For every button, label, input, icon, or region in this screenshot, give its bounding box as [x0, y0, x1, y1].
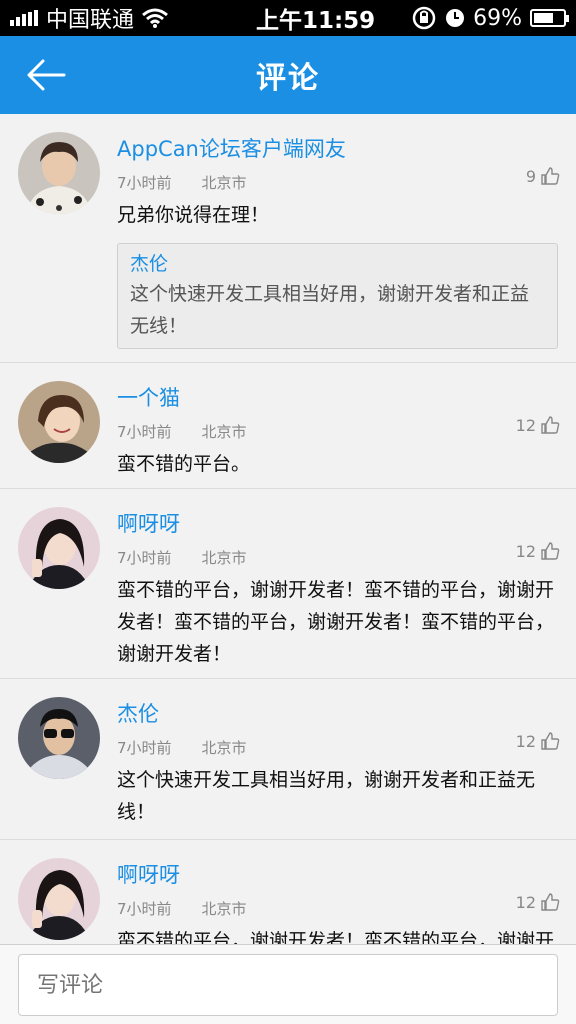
comment-location: 北京市 [201, 900, 247, 918]
comment-location: 北京市 [201, 423, 247, 441]
comment-author[interactable]: AppCan论坛客户端网友 [117, 136, 558, 162]
comment-location: 北京市 [201, 739, 247, 757]
comment-location: 北京市 [201, 549, 247, 567]
comment-list[interactable]: AppCan论坛客户端网友 7小时前 北京市 兄弟你说得在理！ 杰伦 这个快速开发… [0, 114, 576, 944]
like-count: 12 [515, 415, 536, 435]
comment-author[interactable]: 杰伦 [117, 701, 558, 727]
comment-text: 兄弟你说得在理！ [117, 204, 270, 226]
like-count: 12 [515, 731, 536, 751]
comment-text: 蛮不错的平台。 [117, 453, 251, 475]
comment-time: 7小时前 [117, 549, 172, 567]
comment-location: 北京市 [201, 174, 247, 192]
like-button[interactable]: 12 [516, 731, 560, 751]
signal-icon [10, 10, 38, 26]
nav-bar: 评论 [0, 36, 576, 114]
like-button[interactable]: 12 [516, 415, 560, 435]
like-button[interactable]: 12 [516, 541, 560, 561]
quoted-text: 这个快速开发工具相当好用，谢谢开发者和正益无线！ [130, 283, 530, 337]
avatar[interactable] [18, 381, 100, 463]
like-count: 9 [525, 166, 536, 186]
quoted-author[interactable]: 杰伦 [130, 250, 545, 278]
like-button[interactable]: 9 [526, 166, 560, 186]
comment-time: 7小时前 [117, 739, 172, 757]
status-bar: 中国联通 上午11:59 69% [0, 0, 576, 36]
comment-item: 啊呀呀 7小时前 北京市 蛮不错的平台，谢谢开发者！蛮不错的平台，谢谢开发者！蛮不… [0, 489, 576, 679]
comment-composer [0, 944, 576, 1024]
page-title: 评论 [256, 61, 320, 96]
rotation-lock-icon [412, 6, 436, 30]
comment-time: 7小时前 [117, 174, 172, 192]
comment-time: 7小时前 [117, 900, 172, 918]
quoted-comment[interactable]: 杰伦 这个快速开发工具相当好用，谢谢开发者和正益无线！ [117, 243, 558, 349]
carrier-label: 中国联通 [46, 8, 135, 33]
like-button[interactable]: 12 [516, 892, 560, 912]
like-count: 12 [515, 892, 536, 912]
thumbs-up-icon [541, 167, 560, 185]
status-time: 上午11:59 [255, 8, 376, 34]
comment-author[interactable]: 一个猫 [117, 385, 558, 411]
like-count: 12 [515, 541, 536, 561]
arrow-left-icon[interactable] [26, 58, 66, 92]
thumbs-up-icon [541, 542, 560, 560]
avatar[interactable] [18, 697, 100, 779]
comment-item: AppCan论坛客户端网友 7小时前 北京市 兄弟你说得在理！ 杰伦 这个快速开发… [0, 114, 576, 363]
comment-author[interactable]: 啊呀呀 [117, 511, 558, 537]
wifi-icon [142, 8, 168, 28]
thumbs-up-icon [541, 893, 560, 911]
comment-input[interactable] [18, 954, 558, 1016]
comment-text: 这个快速开发工具相当好用，谢谢开发者和正益无线！ [117, 769, 536, 823]
battery-icon [530, 9, 569, 27]
comment-item: 一个猫 7小时前 北京市 蛮不错的平台。 12 [0, 363, 576, 489]
comment-text: 蛮不错的平台，谢谢开发者！蛮不错的平台，谢谢开发者！ [117, 930, 555, 944]
avatar[interactable] [18, 132, 100, 214]
thumbs-up-icon [541, 732, 560, 750]
comment-time: 7小时前 [117, 423, 172, 441]
comment-author[interactable]: 啊呀呀 [117, 862, 558, 888]
avatar[interactable] [18, 858, 100, 940]
comment-item: 杰伦 7小时前 北京市 这个快速开发工具相当好用，谢谢开发者和正益无线！ 12 [0, 679, 576, 840]
comment-text: 蛮不错的平台，谢谢开发者！蛮不错的平台，谢谢开发者！蛮不错的平台，谢谢开发者！蛮… [117, 579, 555, 665]
comment-item: 啊呀呀 7小时前 北京市 蛮不错的平台，谢谢开发者！蛮不错的平台，谢谢开发者！ 1… [0, 840, 576, 944]
alarm-icon [446, 9, 465, 27]
battery-percent: 69% [473, 5, 522, 31]
thumbs-up-icon [541, 416, 560, 434]
avatar[interactable] [18, 507, 100, 589]
